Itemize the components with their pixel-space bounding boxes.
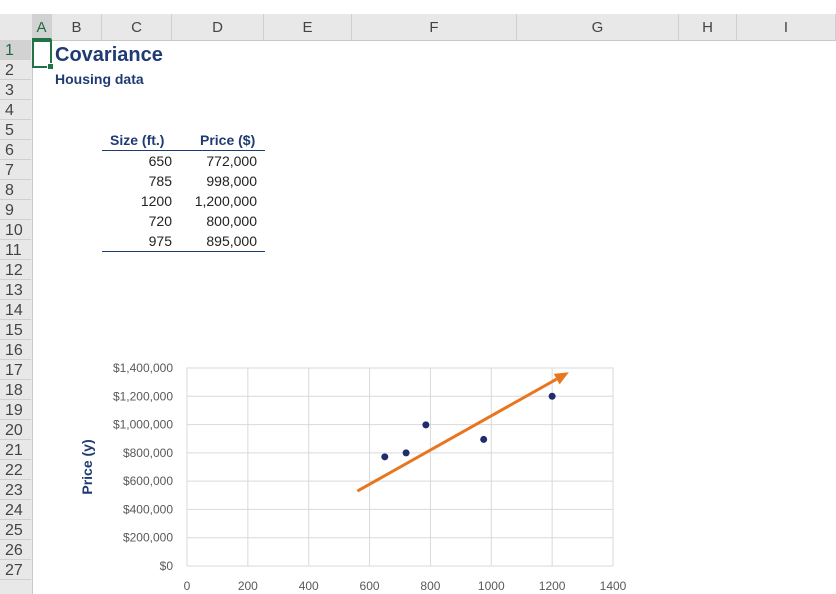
table-row: 975 895,000: [102, 231, 265, 251]
row-header-9[interactable]: 9: [0, 200, 31, 220]
y-axis-title: Price (y): [79, 439, 95, 494]
column-header-d[interactable]: D: [172, 14, 264, 40]
column-header-b[interactable]: B: [52, 14, 102, 40]
x-tick-label: 600: [360, 579, 380, 593]
header-size[interactable]: Size (ft.): [110, 132, 164, 148]
row-header-23[interactable]: 23: [0, 480, 31, 500]
cell-size[interactable]: 975: [149, 233, 172, 249]
row-header-4[interactable]: 4: [0, 100, 31, 120]
row-header-20[interactable]: 20: [0, 420, 31, 440]
cell-size[interactable]: 650: [149, 153, 172, 169]
top-strip: [0, 0, 836, 15]
cell-size[interactable]: 720: [149, 213, 172, 229]
sheet-subtitle[interactable]: Housing data: [55, 71, 144, 87]
cell-size[interactable]: 785: [149, 173, 172, 189]
x-tick-label: 1200: [539, 579, 566, 593]
column-header-f[interactable]: F: [352, 14, 517, 40]
housing-table: Size (ft.) Price ($) 650 772,000 785 998,00…: [102, 130, 265, 252]
x-tick-label: 400: [299, 579, 319, 593]
row-header-24[interactable]: 24: [0, 500, 31, 520]
row-header-2[interactable]: 2: [0, 60, 31, 80]
column-header-h[interactable]: H: [679, 14, 737, 40]
x-tick-label: 200: [238, 579, 258, 593]
y-tick-label: $1,400,000: [113, 361, 173, 375]
cell-price[interactable]: 998,000: [206, 173, 257, 189]
column-headers: ABCDEFGHI: [0, 14, 836, 41]
cell-price[interactable]: 895,000: [206, 233, 257, 249]
cell-price[interactable]: 800,000: [206, 213, 257, 229]
row-header-21[interactable]: 21: [0, 440, 31, 460]
y-tick-label: $800,000: [123, 446, 173, 460]
y-tick-label: $400,000: [123, 502, 173, 516]
table-row: 720 800,000: [102, 211, 265, 231]
cell-price[interactable]: 772,000: [206, 153, 257, 169]
row-header-25[interactable]: 25: [0, 520, 31, 540]
data-point: [548, 392, 556, 400]
x-tick-label: 800: [420, 579, 440, 593]
row-header-18[interactable]: 18: [0, 380, 31, 400]
fill-handle[interactable]: [47, 63, 54, 70]
row-header-27[interactable]: 27: [0, 560, 31, 580]
data-point: [480, 435, 488, 443]
row-header-16[interactable]: 16: [0, 340, 31, 360]
x-tick-label: 1000: [478, 579, 505, 593]
data-point: [422, 421, 430, 429]
row-header-17[interactable]: 17: [0, 360, 31, 380]
row-header-10[interactable]: 10: [0, 220, 31, 240]
data-point: [402, 449, 410, 457]
row-header-13[interactable]: 13: [0, 280, 31, 300]
y-tick-label: $0: [160, 559, 174, 573]
table-bottom-border: [102, 251, 265, 252]
y-tick-label: $1,200,000: [113, 389, 173, 403]
column-header-g[interactable]: G: [517, 14, 679, 40]
row-header-22[interactable]: 22: [0, 460, 31, 480]
sheet-title[interactable]: Covariance: [55, 44, 163, 67]
row-header-3[interactable]: 3: [0, 80, 31, 100]
row-header-7[interactable]: 7: [0, 160, 31, 180]
table-row: 785 998,000: [102, 171, 265, 191]
scatter-chart[interactable]: $0 $200,000 $400,000 $600,000 $800,000 $1,000…: [70, 350, 640, 594]
data-point: [381, 453, 389, 461]
x-tick-label: 1400: [600, 579, 627, 593]
row-header-5[interactable]: 5: [0, 120, 31, 140]
row-header-6[interactable]: 6: [0, 140, 31, 160]
y-tick-label: $200,000: [123, 531, 173, 545]
row-header-19[interactable]: 19: [0, 400, 31, 420]
column-header-a[interactable]: A: [32, 14, 52, 40]
row-header-11[interactable]: 11: [0, 240, 31, 260]
y-tick-label: $1,000,000: [113, 418, 173, 432]
row-header-8[interactable]: 8: [0, 180, 31, 200]
table-row: 1200 1,200,000: [102, 191, 265, 211]
row-header-26[interactable]: 26: [0, 540, 31, 560]
active-cell-a1[interactable]: [32, 40, 54, 70]
column-header-i[interactable]: I: [737, 14, 836, 40]
row-header-12[interactable]: 12: [0, 260, 31, 280]
cell-price[interactable]: 1,200,000: [195, 193, 257, 209]
x-tick-label: 0: [184, 579, 191, 593]
table-row: 650 772,000: [102, 151, 265, 171]
y-tick-label: $600,000: [123, 474, 173, 488]
row-headers: 1 2 3 4 5 6 7 8 9 10 11 12 13 14 15 16 17 18 19 20 21 22 23 24 2…: [0, 40, 33, 594]
header-price[interactable]: Price ($): [200, 132, 255, 148]
row-header-14[interactable]: 14: [0, 300, 31, 320]
column-header-e[interactable]: E: [264, 14, 352, 40]
table-header-row: Size (ft.) Price ($): [102, 130, 265, 151]
column-header-c[interactable]: C: [102, 14, 172, 40]
row-header-15[interactable]: 15: [0, 320, 31, 340]
cell-size[interactable]: 1200: [141, 193, 172, 209]
row-header-1[interactable]: 1: [0, 40, 31, 60]
